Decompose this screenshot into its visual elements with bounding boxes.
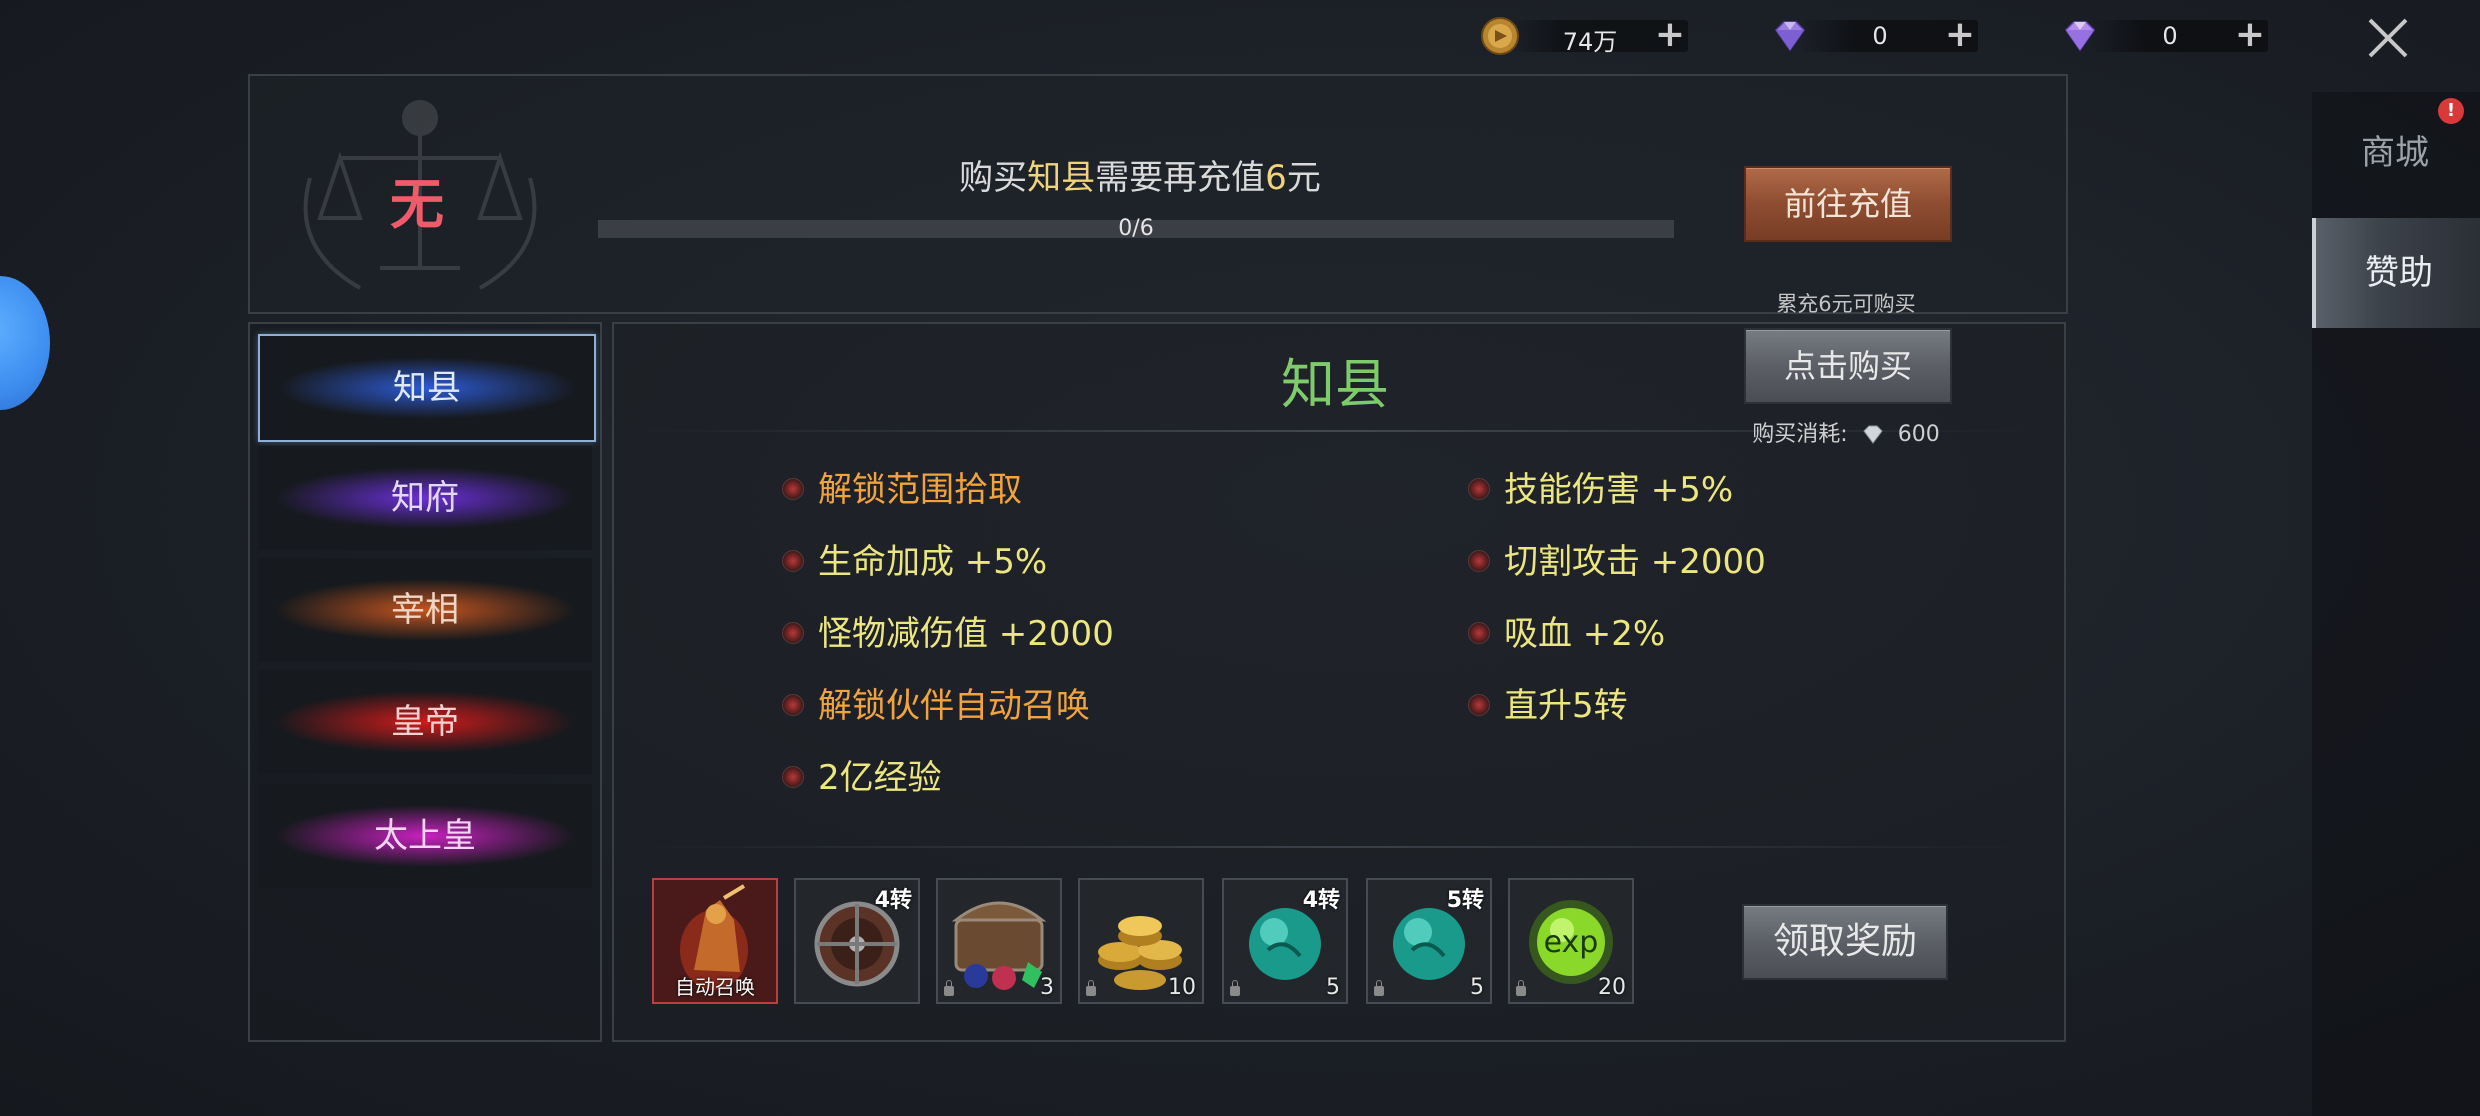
rank-item-zaixiang[interactable]: 宰相 [258,558,592,662]
add-diamond-button[interactable]: + [2234,17,2266,54]
perk-left-1: 解锁范围拾取 [782,462,1022,511]
reward-treasure-chest[interactable]: 3 [936,878,1062,1004]
svg-text:exp: exp [1544,925,1599,960]
bullet-icon [1468,549,1490,572]
perk-right-3: 吸血 +2% [1468,606,1665,655]
lock-icon [1516,980,1526,996]
reward-badge: 5转 [1446,888,1484,913]
bullet-icon [782,477,804,500]
gold-amount: 74万 [1562,28,1618,56]
reward-badge: 4转 [874,888,912,913]
bound-diamond-currency: 0 + [1770,16,1980,56]
bullet-icon [782,549,804,572]
diamond-icon [2060,16,2100,56]
bullet-icon [782,765,804,788]
perk-left-3: 怪物减伤值 +2000 [782,606,1114,655]
reward-badge: 4转 [1302,888,1340,913]
perk-right-2: 切割攻击 +2000 [1468,534,1766,583]
close-button[interactable] [2360,12,2416,64]
lock-icon [1374,980,1384,996]
rank-detail-title: 知县 [1281,353,1389,416]
gold-currency: 74万 + [1480,16,1690,56]
shop-alert-badge: ! [2438,98,2464,124]
buy-button[interactable]: 点击购买 [1744,328,1952,404]
bullet-icon [1468,477,1490,500]
recharge-note: 累充6元可购买 [1776,292,1916,316]
diamond-cost-icon [1863,425,1883,444]
rank-item-taishanghuang[interactable]: 太上皇 [258,784,592,888]
perk-left-5: 2亿经验 [782,750,942,799]
bullet-icon [1468,621,1490,644]
diamond-currency: 0 + [2060,16,2270,56]
reward-count: 3 [1040,975,1054,1000]
close-icon [2368,18,2408,58]
cost-value: 600 [1897,422,1940,447]
add-gold-button[interactable]: + [1654,17,1686,54]
perk-left-2: 生命加成 +5% [782,534,1047,583]
reward-gold-coins[interactable]: 10 [1078,878,1204,1004]
rewards-divider [640,846,2030,848]
bound-diamond-amount: 0 [1872,22,1888,50]
add-bound-diamond-button[interactable]: + [1944,17,1976,54]
rank-item-huangdi[interactable]: 皇帝 [258,670,592,774]
lock-icon [944,980,954,996]
reward-shield[interactable]: 4转 [794,878,920,1004]
gold-coin-icon [1480,16,1520,56]
bullet-icon [782,621,804,644]
bullet-icon [782,693,804,716]
rank-item-zhifu[interactable]: 知府 [258,446,592,550]
reward-jade-orb-5[interactable]: 5转 5 [1366,878,1492,1004]
bullet-icon [1468,693,1490,716]
perk-right-4: 直升5转 [1468,678,1628,727]
reward-count: 10 [1168,975,1196,1000]
cost-label: 购买消耗: [1752,422,1848,447]
diamond-amount: 0 [2162,22,2178,50]
reward-count: 5 [1470,975,1484,1000]
reward-auto-summon[interactable]: 自动召唤 [652,878,778,1004]
reward-exp-orb[interactable]: exp 20 [1508,878,1634,1004]
current-rank-label: 无 [390,173,444,236]
bound-diamond-icon [1770,16,1810,56]
floating-assist-button[interactable] [0,276,50,410]
reward-count: 5 [1326,975,1340,1000]
recharge-requirement-text: 购买知县需要再充值6元 [959,158,1321,198]
reward-caption: 自动召唤 [675,975,755,999]
claim-reward-button[interactable]: 领取奖励 [1742,904,1948,980]
reward-count: 20 [1598,975,1626,1000]
lock-icon [1230,980,1240,996]
reward-jade-orb-4[interactable]: 4转 5 [1222,878,1348,1004]
rank-item-zhixian[interactable]: 知县 [258,334,596,442]
lock-icon [1086,980,1096,996]
perk-left-4: 解锁伙伴自动召唤 [782,678,1090,727]
buy-cost: 购买消耗: 600 [1744,416,1948,448]
tab-sponsor[interactable]: 赞助 [2312,218,2480,328]
go-recharge-button[interactable]: 前往充值 [1744,166,1952,242]
recharge-progress-label: 0/6 [1118,216,1154,241]
perk-right-1: 技能伤害 +5% [1468,462,1733,511]
